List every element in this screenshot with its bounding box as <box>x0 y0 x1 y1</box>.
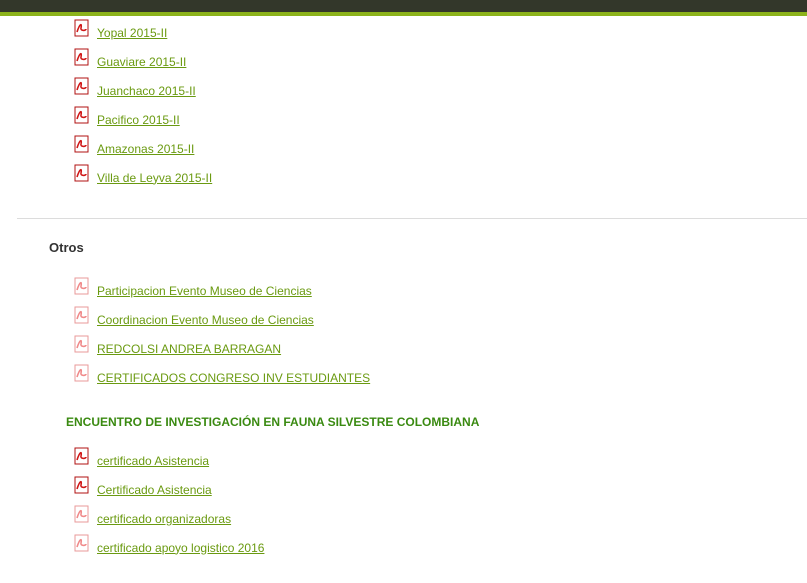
list-item: Coordinacion Evento Museo de Ciencias <box>74 305 370 334</box>
top-bar <box>0 0 807 16</box>
pdf-file-icon <box>74 164 90 182</box>
list-item: certificado apoyo logistico 2016 <box>74 533 264 562</box>
certificate-link[interactable]: Juanchaco 2015-II <box>97 84 196 98</box>
certificate-link[interactable]: Pacifico 2015-II <box>97 113 180 127</box>
list-item: Yopal 2015-II <box>74 18 212 47</box>
pdf-file-icon <box>74 447 90 465</box>
pdf-file-icon <box>74 335 90 353</box>
pdf-file-icon <box>74 476 90 494</box>
certificate-link[interactable]: REDCOLSI ANDREA BARRAGAN <box>97 342 281 356</box>
list-item: certificado organizadoras <box>74 504 264 533</box>
list-item: CERTIFICADOS CONGRESO INV ESTUDIANTES <box>74 363 370 392</box>
certificate-link[interactable]: Villa de Leyva 2015-II <box>97 171 212 185</box>
certificate-link[interactable]: Amazonas 2015-II <box>97 142 194 156</box>
list-item: certificado Asistencia <box>74 446 264 475</box>
list-item: Villa de Leyva 2015-II <box>74 163 212 192</box>
pdf-file-icon <box>74 48 90 66</box>
pdf-file-icon <box>74 77 90 95</box>
pdf-file-icon <box>74 135 90 153</box>
list-item: Participacion Evento Museo de Ciencias <box>74 276 370 305</box>
section-divider <box>17 218 807 219</box>
certificate-link[interactable]: Participacion Evento Museo de Ciencias <box>97 284 312 298</box>
pdf-file-icon <box>74 277 90 295</box>
certificate-link[interactable]: Guaviare 2015-II <box>97 55 186 69</box>
pdf-file-icon <box>74 505 90 523</box>
pdf-file-icon <box>74 306 90 324</box>
list-item: Guaviare 2015-II <box>74 47 212 76</box>
list-item: Certificado Asistencia <box>74 475 264 504</box>
list-item: Juanchaco 2015-II <box>74 76 212 105</box>
certificate-link[interactable]: Coordinacion Evento Museo de Ciencias <box>97 313 314 327</box>
certificate-link[interactable]: certificado apoyo logistico 2016 <box>97 541 264 555</box>
certificate-list-encuentro: certificado Asistencia Certificado Asist… <box>74 446 264 562</box>
pdf-file-icon <box>74 364 90 382</box>
certificate-link[interactable]: certificado Asistencia <box>97 454 209 468</box>
certificate-list-otros: Participacion Evento Museo de Ciencias C… <box>74 276 370 392</box>
list-item: REDCOLSI ANDREA BARRAGAN <box>74 334 370 363</box>
list-item: Pacifico 2015-II <box>74 105 212 134</box>
certificate-list-2015: Yopal 2015-II Guaviare 2015-II Juanchaco… <box>74 18 212 192</box>
certificate-link[interactable]: certificado organizadoras <box>97 512 231 526</box>
section-heading-otros: Otros <box>49 240 84 255</box>
pdf-file-icon <box>74 534 90 552</box>
certificate-link[interactable]: Certificado Asistencia <box>97 483 212 497</box>
pdf-file-icon <box>74 19 90 37</box>
pdf-file-icon <box>74 106 90 124</box>
certificate-link[interactable]: CERTIFICADOS CONGRESO INV ESTUDIANTES <box>97 371 370 385</box>
list-item: Amazonas 2015-II <box>74 134 212 163</box>
certificate-link[interactable]: Yopal 2015-II <box>97 26 167 40</box>
section-heading-encuentro: ENCUENTRO DE INVESTIGACIÓN EN FAUNA SILV… <box>66 415 480 429</box>
